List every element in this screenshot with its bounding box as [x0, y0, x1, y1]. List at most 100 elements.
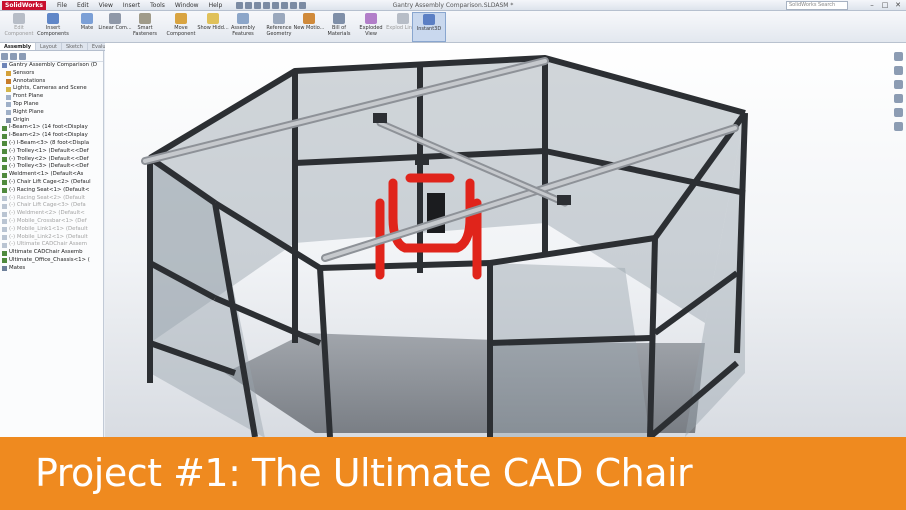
tree-item[interactable]: (-) Racing Seat<1> (Default<: [0, 187, 103, 195]
tree-item[interactable]: (-) Mobile_Link1<1> (Default: [0, 226, 103, 234]
new-motion-study-button[interactable]: New Motio...: [292, 12, 326, 42]
rebuild-icon[interactable]: [290, 2, 297, 9]
instant3d-icon: [423, 14, 435, 25]
tree-item[interactable]: Mates: [0, 265, 103, 273]
property-manager-tab-icon[interactable]: [10, 53, 17, 60]
solidworks-resources-icon[interactable]: [894, 52, 903, 61]
tree-item[interactable]: Lights, Cameras and Scene: [0, 85, 103, 93]
explode-line-sketch-icon: [397, 13, 409, 24]
tree-item[interactable]: I-Beam<2> (14 foot<Display: [0, 132, 103, 140]
annotations-icon: [6, 78, 11, 84]
tree-item[interactable]: (-) Mobile_Crossbar<1> (Def: [0, 218, 103, 226]
select-icon[interactable]: [281, 2, 288, 9]
move-component-button[interactable]: Move Component: [164, 12, 198, 42]
menu-item-tools[interactable]: Tools: [145, 0, 170, 11]
tree-item[interactable]: Right Plane: [0, 109, 103, 117]
tree-item[interactable]: Gantry Assembly Comparison (D: [0, 62, 103, 70]
menu-item-help[interactable]: Help: [204, 0, 228, 11]
tree-item[interactable]: Ultimate_Office_Chassis<1> (: [0, 257, 103, 265]
menu-item-file[interactable]: File: [52, 0, 72, 11]
tree-item[interactable]: (-) Trolley<1> (Default<<Def: [0, 148, 103, 156]
exploded-view-button[interactable]: Exploded View: [354, 12, 388, 42]
menu-item-window[interactable]: Window: [170, 0, 204, 11]
minimize-button[interactable]: –: [867, 1, 877, 10]
options-icon[interactable]: [299, 2, 306, 9]
part-icon: [2, 188, 7, 194]
tab-assembly[interactable]: Assembly: [0, 43, 36, 50]
tree-item[interactable]: (-) Racing Seat<2> (Default: [0, 195, 103, 203]
new-file-icon[interactable]: [236, 2, 243, 9]
assembly-features-button[interactable]: Assembly Features: [226, 12, 260, 42]
insert-components-label: Insert Components: [37, 25, 69, 37]
appearances-icon[interactable]: [894, 108, 903, 117]
linear-pattern-button[interactable]: Linear Com...: [98, 12, 132, 42]
tree-item-label: (-) Trolley<1> (Default<<Def: [9, 147, 89, 154]
part-icon: [2, 250, 7, 256]
tree-item[interactable]: (-) Chair Lift Cage<3> (Defa: [0, 202, 103, 210]
menu-item-view[interactable]: View: [94, 0, 118, 11]
assembly-features-icon: [237, 13, 249, 24]
tab-sketch[interactable]: Sketch: [62, 43, 88, 50]
tree-item[interactable]: Annotations: [0, 78, 103, 86]
instant3d-button[interactable]: Instant3D: [412, 12, 446, 42]
tree-item[interactable]: I-Beam<1> (14 foot<Display: [0, 124, 103, 132]
part-icon: [2, 203, 7, 209]
tree-item[interactable]: (-) Mobile_Link2<1> (Default: [0, 234, 103, 242]
show-hidden-button[interactable]: Show Hidd...: [196, 12, 230, 42]
file-explorer-icon[interactable]: [894, 80, 903, 89]
search-input[interactable]: SolidWorks Search: [786, 1, 848, 10]
menu-bar: File Edit View Insert Tools Window Help: [52, 0, 227, 11]
open-file-icon[interactable]: [245, 2, 252, 9]
tree-item[interactable]: Origin: [0, 117, 103, 125]
save-icon[interactable]: [254, 2, 261, 9]
insert-components-icon: [47, 13, 59, 24]
tree-item[interactable]: Front Plane: [0, 93, 103, 101]
design-library-icon[interactable]: [894, 66, 903, 75]
print-icon[interactable]: [263, 2, 270, 9]
graphics-area[interactable]: [105, 43, 906, 437]
smart-fasteners-button[interactable]: Smart Fasteners: [128, 12, 162, 42]
tree-item[interactable]: Weldment<1> (Default<As: [0, 171, 103, 179]
reference-geometry-button[interactable]: Reference Geometry: [262, 12, 296, 42]
window-controls: – □ ✕: [867, 1, 903, 10]
insert-components-button[interactable]: Insert Components: [36, 12, 70, 42]
feature-manager-tab-icon[interactable]: [1, 53, 8, 60]
part-icon: [2, 195, 7, 201]
solidworks-logo[interactable]: SolidWorks: [2, 1, 46, 10]
tree-item-label: Right Plane: [13, 108, 44, 115]
bill-of-materials-button[interactable]: Bill of Materials: [322, 12, 356, 42]
feature-manager-panel: Gantry Assembly Comparison (D Sensors Anno…: [0, 51, 104, 437]
tree-item[interactable]: Sensors: [0, 70, 103, 78]
tree-item[interactable]: (-) Trolley<2> (Default<<Def: [0, 156, 103, 164]
tree-item[interactable]: (-) Trolley<3> (Default<<Def: [0, 163, 103, 171]
tree-item[interactable]: (-) Chair Lift Cage<2> (Defaul: [0, 179, 103, 187]
menu-item-edit[interactable]: Edit: [72, 0, 94, 11]
tree-item[interactable]: Ultimate CADChair Assemb: [0, 249, 103, 257]
tree-item[interactable]: (-) Weldment<2> (Default<: [0, 210, 103, 218]
menu-item-insert[interactable]: Insert: [118, 0, 145, 11]
part-icon: [2, 149, 7, 155]
gantry-model[interactable]: [105, 43, 906, 437]
smart-fasteners-label: Smart Fasteners: [132, 25, 158, 37]
tab-layout[interactable]: Layout: [36, 43, 62, 50]
tree-item-label: Weldment<1> (Default<As: [9, 171, 84, 178]
exploded-view-label: Exploded View: [359, 25, 383, 37]
part-icon: [2, 219, 7, 225]
custom-properties-icon[interactable]: [894, 122, 903, 131]
new-motion-study-icon: [303, 13, 315, 24]
configuration-manager-tab-icon[interactable]: [19, 53, 26, 60]
tree-item-label: Front Plane: [13, 93, 44, 100]
tree-item[interactable]: (-) I-Beam<3> (8 foot<Displa: [0, 140, 103, 148]
maximize-button[interactable]: □: [880, 1, 890, 10]
bill-of-materials-label: Bill of Materials: [327, 25, 351, 37]
smart-fasteners-icon: [139, 13, 151, 24]
view-palette-icon[interactable]: [894, 94, 903, 103]
tree-item[interactable]: (-) Ultimate CADChair Assem: [0, 241, 103, 249]
origin-icon: [6, 117, 11, 123]
edit-component-button[interactable]: Edit Component: [2, 12, 36, 42]
tree-item[interactable]: Top Plane: [0, 101, 103, 109]
tree-item-label: Ultimate CADChair Assemb: [9, 249, 83, 256]
close-button[interactable]: ✕: [893, 1, 903, 10]
undo-icon[interactable]: [272, 2, 279, 9]
linear-pattern-icon: [109, 13, 121, 24]
